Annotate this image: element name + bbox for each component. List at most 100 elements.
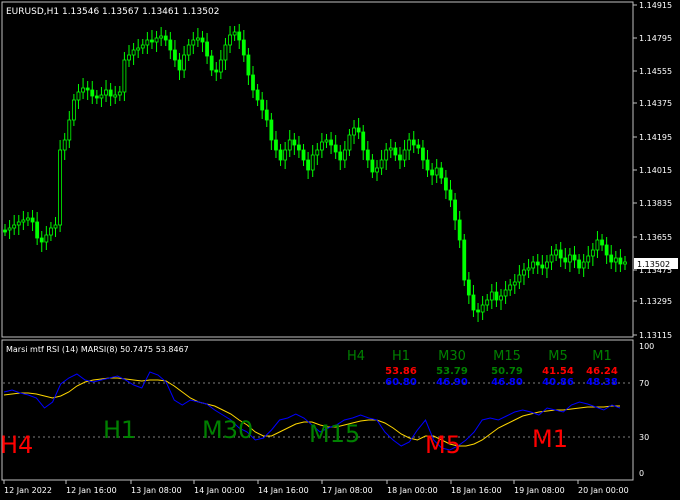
candle-body (324, 139, 329, 143)
candle-body (278, 149, 283, 161)
candle-body (466, 279, 471, 296)
candle-body (228, 34, 232, 46)
candle-body (586, 255, 591, 263)
candle-body (260, 99, 265, 111)
price-tick-label: 1.13115 (639, 331, 672, 340)
candle-body (356, 127, 361, 133)
mtf-value: 53.79 (436, 366, 468, 377)
candle-body (81, 87, 85, 93)
indicator-tick-label: 30 (639, 433, 649, 442)
candle-body (398, 154, 402, 161)
time-tick-label: 18 Jan 16:00 (451, 486, 502, 495)
mtf-timeframe-label: H1 (392, 349, 410, 364)
mtf-timeframe-label: M15 (493, 349, 521, 364)
time-axis: 12 Jan 2022 12 Jan 16:00 13 Jan 08:00 14 Ja… (3, 480, 629, 495)
price-tick-label: 1.13295 (639, 297, 672, 306)
candle-body (150, 39, 154, 43)
candle-body (218, 59, 223, 73)
price-tick-label: 1.14195 (639, 133, 672, 142)
candle-body (430, 169, 435, 176)
candle-body (411, 139, 416, 146)
candle-body (540, 264, 545, 269)
candle-body (251, 74, 255, 91)
candle-body (44, 234, 49, 243)
time-tick-label: 14 Jan 16:00 (258, 486, 309, 495)
candle-body (168, 39, 173, 51)
candle-body (145, 39, 150, 46)
price-tick-label: 1.14795 (639, 34, 672, 43)
candle-body (274, 139, 278, 151)
candle-body (136, 47, 141, 51)
current-price-label: 1.13502 (637, 260, 670, 269)
price-tick-label: 1.14375 (639, 99, 672, 108)
mtf-timeframe-label: M5 (548, 349, 568, 364)
candle-body (618, 257, 623, 265)
candle-body (434, 167, 439, 176)
candle-body (489, 291, 494, 301)
candle-body (154, 37, 159, 43)
candle-body (613, 257, 618, 263)
candle-body (609, 254, 614, 263)
candle-body (269, 119, 274, 141)
time-tick-label: 17 Jan 08:00 (322, 486, 373, 495)
candle-body (567, 254, 572, 263)
candle-body (503, 289, 508, 297)
mtf-value: 46.90 (436, 377, 468, 388)
candle-body (90, 89, 95, 97)
candle-body (600, 239, 604, 246)
candle-body (338, 151, 343, 161)
candle-body (512, 281, 517, 286)
candle-body (554, 249, 559, 256)
candle-body (214, 69, 219, 73)
candle-body (186, 44, 191, 56)
mtf-value: 46.24 (586, 366, 618, 377)
candle-body (342, 149, 347, 161)
candle-body (439, 167, 444, 179)
candle-body (535, 261, 540, 266)
candle-body (283, 149, 288, 161)
candle-body (159, 35, 164, 39)
candle-body (457, 219, 462, 241)
time-tick-label: 12 Jan 2022 (4, 486, 52, 495)
candle-body (581, 261, 586, 269)
candle-body (508, 284, 513, 291)
candle-body (480, 304, 485, 313)
candle-body (182, 54, 187, 71)
candle-body (131, 49, 136, 56)
candle-body (287, 139, 292, 151)
candle-body (370, 159, 375, 173)
chart-window[interactable]: EURUSD,H1 1.13546 1.13567 1.13461 1.1350… (0, 0, 680, 500)
candle-body (476, 309, 480, 313)
candle-body (590, 249, 595, 257)
candle-body (379, 159, 384, 169)
candle-body (62, 139, 67, 151)
candle-body (623, 261, 627, 265)
candle-body (402, 149, 407, 161)
time-tick-label: 12 Jan 16:00 (66, 486, 117, 495)
candle-body (99, 94, 104, 99)
candle-body (3, 229, 7, 233)
candle-body (7, 227, 12, 231)
candle-body (173, 49, 177, 61)
mtf-value: 41.54 (542, 366, 574, 377)
candle-body (549, 254, 554, 263)
mtf-big-label: M30 (202, 416, 253, 444)
mtf-big-label: M1 (532, 425, 568, 453)
candle-body (462, 239, 467, 281)
candle-body (209, 55, 214, 71)
mtf-value: 50.79 (491, 366, 523, 377)
mtf-value: 53.86 (385, 366, 417, 377)
price-axis: 1.14915 1.14795 1.14555 1.14375 1.14195 1.140… (633, 1, 672, 340)
candle-body (416, 144, 421, 149)
candle-body (140, 44, 145, 49)
mtf-value: 40.86 (542, 377, 574, 388)
mtf-big-label: M15 (309, 420, 360, 448)
candle-body (117, 91, 122, 96)
chart-header: EURUSD,H1 1.13546 1.13567 1.13461 1.1350… (6, 7, 219, 17)
candle-body (526, 267, 531, 271)
time-tick-label: 14 Jan 00:00 (194, 486, 245, 495)
mtf-timeframe-label: M30 (438, 349, 466, 364)
candle-body (264, 109, 269, 121)
candle-body (113, 94, 118, 98)
candle-body (595, 239, 600, 251)
